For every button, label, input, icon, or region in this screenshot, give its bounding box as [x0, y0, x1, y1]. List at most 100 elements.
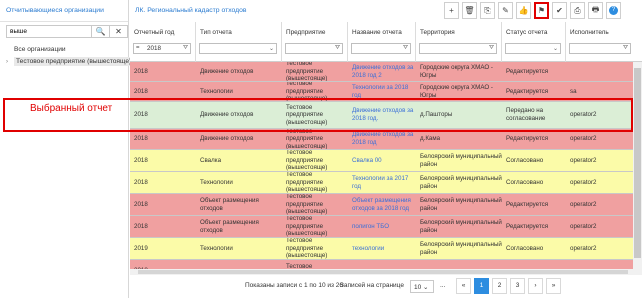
scroll-thumb[interactable]: [634, 68, 641, 258]
first-page-button[interactable]: «: [456, 278, 471, 294]
edit-button[interactable]: ✎: [498, 2, 513, 19]
name-filter-input[interactable]: ⛛: [351, 43, 411, 54]
clear-icon[interactable]: ✕: [110, 25, 128, 38]
cell-year: 2018: [134, 135, 148, 143]
per-page-select[interactable]: 10 ⌄: [410, 280, 434, 293]
col-executor[interactable]: Исполнитель ⛛: [566, 22, 642, 62]
filter-icon[interactable]: ⛛: [335, 45, 340, 52]
send-button[interactable]: ⚑: [534, 2, 549, 19]
cell-name[interactable]: полигон ТБО: [348, 216, 416, 237]
page-2-button[interactable]: 2: [492, 278, 507, 294]
table-row[interactable]: 2018 Движение отходов Тестовое предприятие…: [130, 62, 642, 82]
cell-status: Редактируется: [506, 135, 549, 143]
cell-company: Тестовое предприятие (вышестояще): [286, 238, 328, 259]
cell-year: 2018: [134, 178, 148, 186]
col-territory[interactable]: Территория ⛛: [416, 22, 502, 62]
col-company-label: Предприятие: [286, 29, 326, 36]
filter-icon[interactable]: ⛛: [623, 45, 628, 52]
expand-caret-icon[interactable]: ›: [6, 59, 8, 65]
help-button[interactable]: ?: [606, 2, 621, 19]
table-row[interactable]: 2018 Объект размещения отходов Тестовое пр…: [130, 194, 642, 216]
year-filter-input[interactable]: = 2018 ⛛: [133, 43, 191, 54]
company-filter-input[interactable]: ⛛: [285, 43, 343, 54]
cell-executor: operator2: [570, 222, 597, 230]
cell-name[interactable]: Движение отходов за 2018 год: [348, 129, 416, 149]
executor-filter-input[interactable]: ⛛: [569, 43, 631, 54]
filter-icon[interactable]: ⛛: [183, 45, 188, 52]
add-button[interactable]: +: [444, 2, 459, 19]
org-item-all[interactable]: Все организации: [14, 46, 66, 53]
type-filter-select[interactable]: ⌄: [199, 43, 277, 54]
territory-filter-input[interactable]: ⛛: [419, 43, 497, 54]
filter-operator[interactable]: =: [136, 45, 140, 51]
cell-status: Согласовано: [506, 178, 544, 186]
col-status-label: Статус отчета: [506, 29, 548, 36]
export-button[interactable]: ⎙: [570, 2, 585, 19]
cell-territory: Белоярский муниципальный район: [420, 152, 502, 168]
cell-status: Редактируется: [506, 200, 549, 208]
cell-territory: Белоярский муниципальный район: [420, 240, 502, 256]
cell-status: Редактируется: [506, 67, 549, 75]
page-title: ЛК. Региональный кадастр отходов: [135, 7, 247, 14]
page-3-button[interactable]: 3: [510, 278, 525, 294]
cell-territory: [416, 260, 502, 269]
export-icon: ⎙: [574, 5, 581, 15]
status-filter-select[interactable]: ⌄: [505, 43, 561, 54]
col-year-label: Отчетный год: [134, 29, 175, 36]
cell-name[interactable]: Свалка 00: [348, 150, 416, 171]
check-button[interactable]: ✔: [552, 2, 567, 19]
cell-name[interactable]: технологии: [348, 238, 416, 259]
vertical-scrollbar[interactable]: [633, 62, 642, 269]
col-company[interactable]: Предприятие ⛛: [282, 22, 348, 62]
col-year[interactable]: Отчетный год = 2018 ⛛: [130, 22, 196, 62]
table-row[interactable]: 2018 Тестовое предприятие: [130, 260, 642, 269]
table-row[interactable]: 2018 Объект размещения отходов Тестовое пр…: [130, 216, 642, 238]
table-header: Отчетный год = 2018 ⛛ Тип отчета ⌄ Предп…: [130, 22, 642, 62]
cell-company: Тестовое предприятие (вышестояще): [286, 194, 328, 215]
page-1-button[interactable]: 1: [474, 278, 489, 294]
ellipsis: ...: [440, 282, 446, 289]
table-row[interactable]: 2018 Свалка Тестовое предприятие (вышестоя…: [130, 150, 642, 172]
filter-icon[interactable]: ⛛: [489, 45, 494, 52]
table-row[interactable]: 2019 Технологии Тестовое предприятие (выше…: [130, 238, 642, 260]
cell-company: Тестовое предприятие (вышестояще): [286, 129, 328, 149]
scroll-thumb[interactable]: [138, 270, 628, 274]
col-name[interactable]: Название отчета ⛛: [348, 22, 416, 62]
cell-executor: [566, 260, 632, 269]
pagination: Показаны записи с 1 по 10 из 26 Записей …: [130, 276, 642, 298]
per-page-label: Записей на странице: [340, 282, 404, 289]
col-status[interactable]: Статус отчета ⌄: [502, 22, 566, 62]
cell-type: Объект размещения отходов: [200, 218, 259, 234]
col-type[interactable]: Тип отчета ⌄: [196, 22, 282, 62]
table-row[interactable]: 2018 Технологии Тестовое предприятие (выше…: [130, 172, 642, 194]
cell-year: 2019: [134, 244, 148, 252]
cell-executor: operator2: [570, 200, 597, 208]
search-input[interactable]: [6, 25, 92, 38]
print-button[interactable]: 🖶: [588, 2, 603, 19]
cell-status: Согласовано: [506, 244, 544, 252]
cell-name[interactable]: Объект размещения отходов за 2018 год: [348, 194, 416, 215]
delete-button[interactable]: 🗑: [462, 2, 477, 19]
year-filter-value: 2018: [147, 45, 162, 52]
thumbs-up-icon: 👍: [518, 6, 529, 15]
org-item-test[interactable]: Тестовое предприятие (вышестояще): [14, 57, 134, 66]
filter-icon[interactable]: ⛛: [403, 45, 408, 52]
records-info: Показаны записи с 1 по 10 из 26: [245, 282, 344, 289]
cell-name[interactable]: Технологии за 2017 год: [348, 172, 416, 193]
approve-button[interactable]: 👍: [516, 2, 531, 19]
cell-territory: Белоярский муниципальный район: [420, 218, 502, 234]
cell-executor: operator2: [570, 135, 597, 143]
copy-button[interactable]: ⎘: [480, 2, 495, 19]
chevron-down-icon: ⌄: [268, 46, 274, 52]
last-page-button[interactable]: »: [546, 278, 561, 294]
cell-territory: Городские округа ХМАО - Югры: [420, 63, 493, 79]
cell-name[interactable]: [348, 260, 416, 269]
search-icon[interactable]: 🔍: [92, 25, 110, 38]
edit-icon: ✎: [502, 6, 509, 15]
next-page-button[interactable]: ›: [528, 278, 543, 294]
horizontal-scrollbar[interactable]: [130, 269, 642, 275]
cell-type: Технологии: [200, 178, 233, 186]
cell-name[interactable]: Движение отходов за 2018 год 2: [348, 62, 416, 81]
col-territory-label: Территория: [420, 29, 455, 36]
table-row[interactable]: 2018 Движение отходов Тестовое предприятие…: [130, 129, 642, 150]
